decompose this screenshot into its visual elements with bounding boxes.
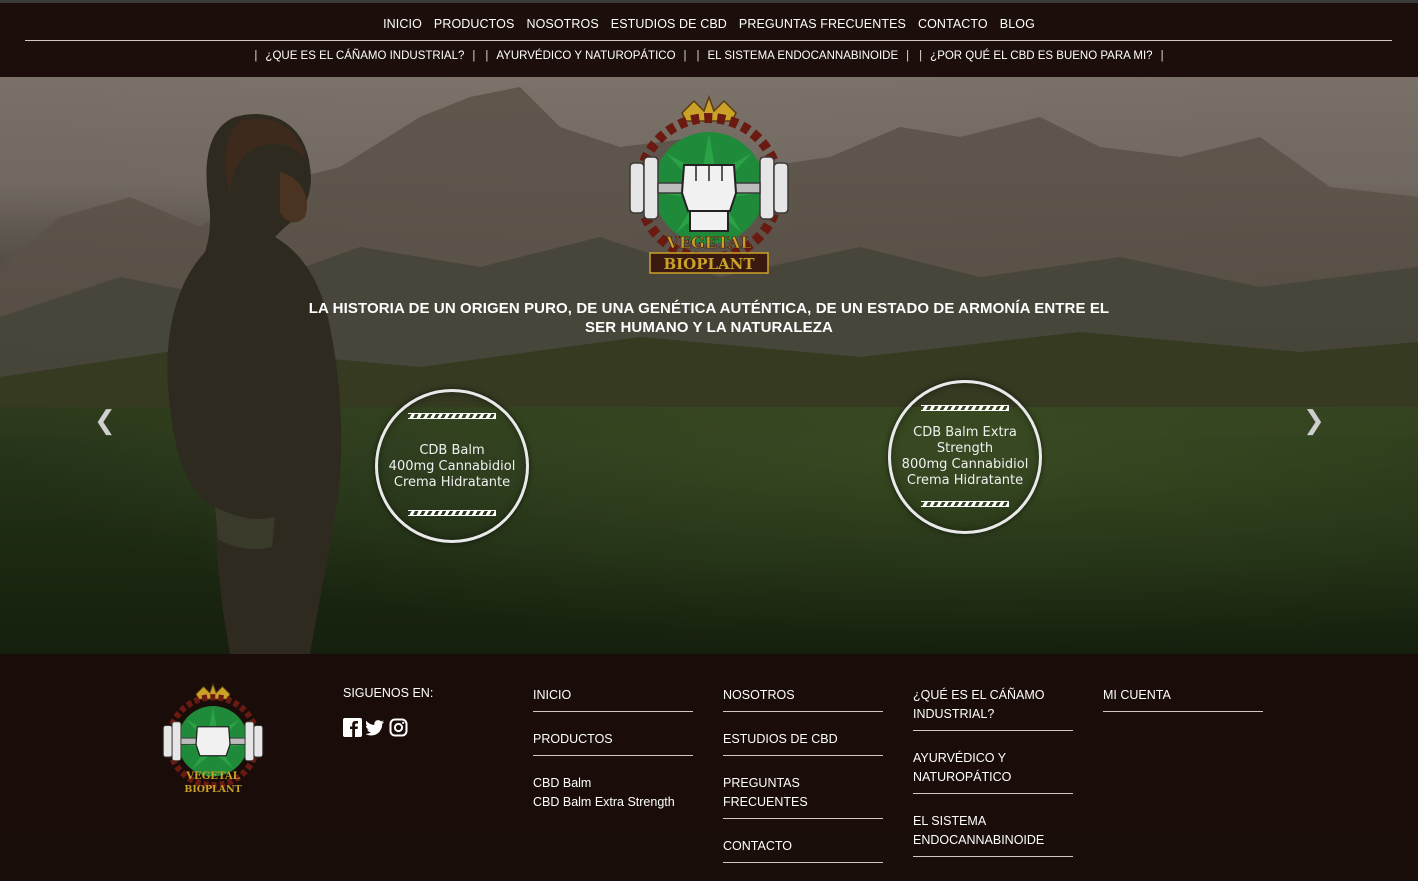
product-badge-cbd-balm-extra[interactable]: CDB Balm Extra Strength 800mg Cannabidio…: [888, 380, 1042, 534]
product-badge-cbd-balm[interactable]: CDB Balm 400mg Cannabidiol Crema Hidrata…: [375, 389, 529, 543]
subnav-item-ayurvedico[interactable]: | AYURVÉDICO Y NATUROPÁTICO |: [485, 50, 686, 62]
subnav-separator: |: [1160, 50, 1164, 62]
subnav-separator: |: [696, 50, 700, 62]
badge-stripe: [921, 501, 1009, 507]
main-nav: INICIO PRODUCTOS NOSOTROS ESTUDIOS DE CB…: [0, 17, 1418, 31]
footer-col-3: ¿QUÉ ES EL CÁÑAMO INDUSTRIAL? AYURVÉDICO…: [913, 686, 1073, 875]
footer-col-1: INICIO PRODUCTOS CBD Balm CBD Balm Extra…: [533, 686, 693, 812]
badge-stripe: [408, 413, 496, 419]
nav-nosotros[interactable]: NOSOTROS: [526, 17, 598, 31]
subnav-label[interactable]: ¿POR QUÉ EL CBD ES BUENO PARA MI?: [930, 50, 1152, 62]
nav-estudios-cbd[interactable]: ESTUDIOS DE CBD: [611, 17, 727, 31]
badge-line: Strength: [936, 441, 994, 456]
footer-link-cbd-balm[interactable]: CBD Balm: [533, 774, 693, 793]
nav-productos[interactable]: PRODUCTOS: [434, 17, 515, 31]
footer-link-mi-cuenta[interactable]: MI CUENTA: [1103, 686, 1263, 712]
twitter-icon[interactable]: [365, 718, 385, 737]
facebook-icon[interactable]: [343, 718, 362, 737]
hero-tagline: LA HISTORIA DE UN ORIGEN PURO, DE UNA GE…: [300, 299, 1118, 337]
footer-link-estudios-cbd[interactable]: ESTUDIOS DE CBD: [723, 730, 883, 756]
chevron-left-icon[interactable]: ❮: [94, 405, 116, 436]
subnav-item-endocannabinoide[interactable]: | EL SISTEMA ENDOCANNABINOIDE |: [697, 50, 910, 62]
social-links: [343, 718, 408, 737]
footer-link-productos[interactable]: PRODUCTOS: [533, 730, 693, 756]
footer-link-preguntas[interactable]: PREGUNTAS FRECUENTES: [723, 774, 883, 819]
logo-text-top: VEGETAL: [665, 233, 751, 252]
tagline-line-2: SER HUMANO Y LA NATURALEZA: [585, 319, 833, 336]
footer-link-contacto[interactable]: CONTACTO: [723, 837, 883, 863]
site-header: INICIO PRODUCTOS NOSOTROS ESTUDIOS DE CB…: [0, 3, 1418, 77]
nav-contacto[interactable]: CONTACTO: [918, 17, 988, 31]
tagline-line-1: LA HISTORIA DE UN ORIGEN PURO, DE UNA GE…: [308, 300, 1110, 317]
logo-fist-icon: [680, 164, 738, 232]
subnav-separator: |: [906, 50, 910, 62]
sub-nav: | ¿QUE ES EL CÁÑAMO INDUSTRIAL? | | AYUR…: [0, 50, 1418, 62]
nav-preguntas-frecuentes[interactable]: PREGUNTAS FRECUENTES: [739, 17, 906, 31]
subnav-separator: |: [683, 50, 687, 62]
footer-logo-text-bottom: BIOPLANT: [184, 784, 241, 795]
subnav-label[interactable]: ¿QUE ES EL CÁÑAMO INDUSTRIAL?: [265, 50, 464, 62]
chevron-right-icon[interactable]: ❯: [1303, 405, 1325, 436]
footer-link-nosotros[interactable]: NOSOTROS: [723, 686, 883, 712]
nav-blog[interactable]: BLOG: [1000, 17, 1035, 31]
footer-logo[interactable]: VEGETAL BIOPLANT: [152, 680, 274, 800]
logo-text-bottom: BIOPLANT: [663, 255, 755, 273]
subnav-separator: |: [919, 50, 923, 62]
subnav-item-cbd-bueno[interactable]: | ¿POR QUÉ EL CBD ES BUENO PARA MI? |: [919, 50, 1163, 62]
footer-link-cbd-balm-extra[interactable]: CBD Balm Extra Strength: [533, 793, 693, 812]
badge-stripe: [408, 510, 496, 516]
hero-man-image: [167, 114, 342, 654]
badge-line: CDB Balm: [419, 443, 485, 458]
footer-col-4: MI CUENTA: [1103, 686, 1263, 730]
badge-line: CDB Balm Extra: [913, 425, 1017, 440]
nav-inicio[interactable]: INICIO: [383, 17, 422, 31]
footer-link-canamo[interactable]: ¿QUÉ ES EL CÁÑAMO INDUSTRIAL?: [913, 686, 1073, 731]
subnav-separator: |: [472, 50, 476, 62]
subnav-separator: |: [254, 50, 258, 62]
subnav-separator: |: [485, 50, 489, 62]
badge-line: Crema Hidratante: [393, 475, 511, 490]
subnav-label[interactable]: EL SISTEMA ENDOCANNABINOIDE: [708, 50, 899, 62]
footer-logo-fist-icon: [195, 726, 231, 757]
badge-stripe: [921, 405, 1009, 411]
subnav-label[interactable]: AYURVÉDICO Y NATUROPÁTICO: [496, 50, 675, 62]
badge-text: CDB Balm Extra Strength 800mg Cannabidio…: [899, 425, 1031, 489]
badge-line: 800mg Cannabidiol: [901, 457, 1029, 472]
footer-logo-text-top: VEGETAL: [185, 771, 239, 782]
follow-label: SIGUENOS EN:: [343, 686, 434, 700]
instagram-icon[interactable]: [389, 718, 408, 737]
badge-line: Crema Hidratante: [906, 473, 1024, 488]
nav-divider: [25, 40, 1392, 41]
badge-text: CDB Balm 400mg Cannabidiol Crema Hidrata…: [386, 443, 518, 491]
footer-link-ayurvedico[interactable]: AYURVÉDICO Y NATUROPÁTICO: [913, 749, 1073, 794]
site-footer: VEGETAL BIOPLANT SIGUENOS EN: INICIO PRO…: [0, 654, 1418, 863]
subnav-item-canamo[interactable]: | ¿QUE ES EL CÁÑAMO INDUSTRIAL? |: [254, 50, 475, 62]
footer-link-inicio[interactable]: INICIO: [533, 686, 693, 712]
badge-line: 400mg Cannabidiol: [388, 459, 516, 474]
brand-logo: VEGETAL BIOPLANT: [629, 94, 789, 274]
footer-link-endocannabinoide[interactable]: EL SISTEMA ENDOCANNABINOIDE: [913, 812, 1073, 857]
hero-slider: VEGETAL BIOPLANT LA HISTORIA DE UN ORIGE…: [0, 77, 1418, 654]
footer-col-2: NOSOTROS ESTUDIOS DE CBD PREGUNTAS FRECU…: [723, 686, 883, 881]
